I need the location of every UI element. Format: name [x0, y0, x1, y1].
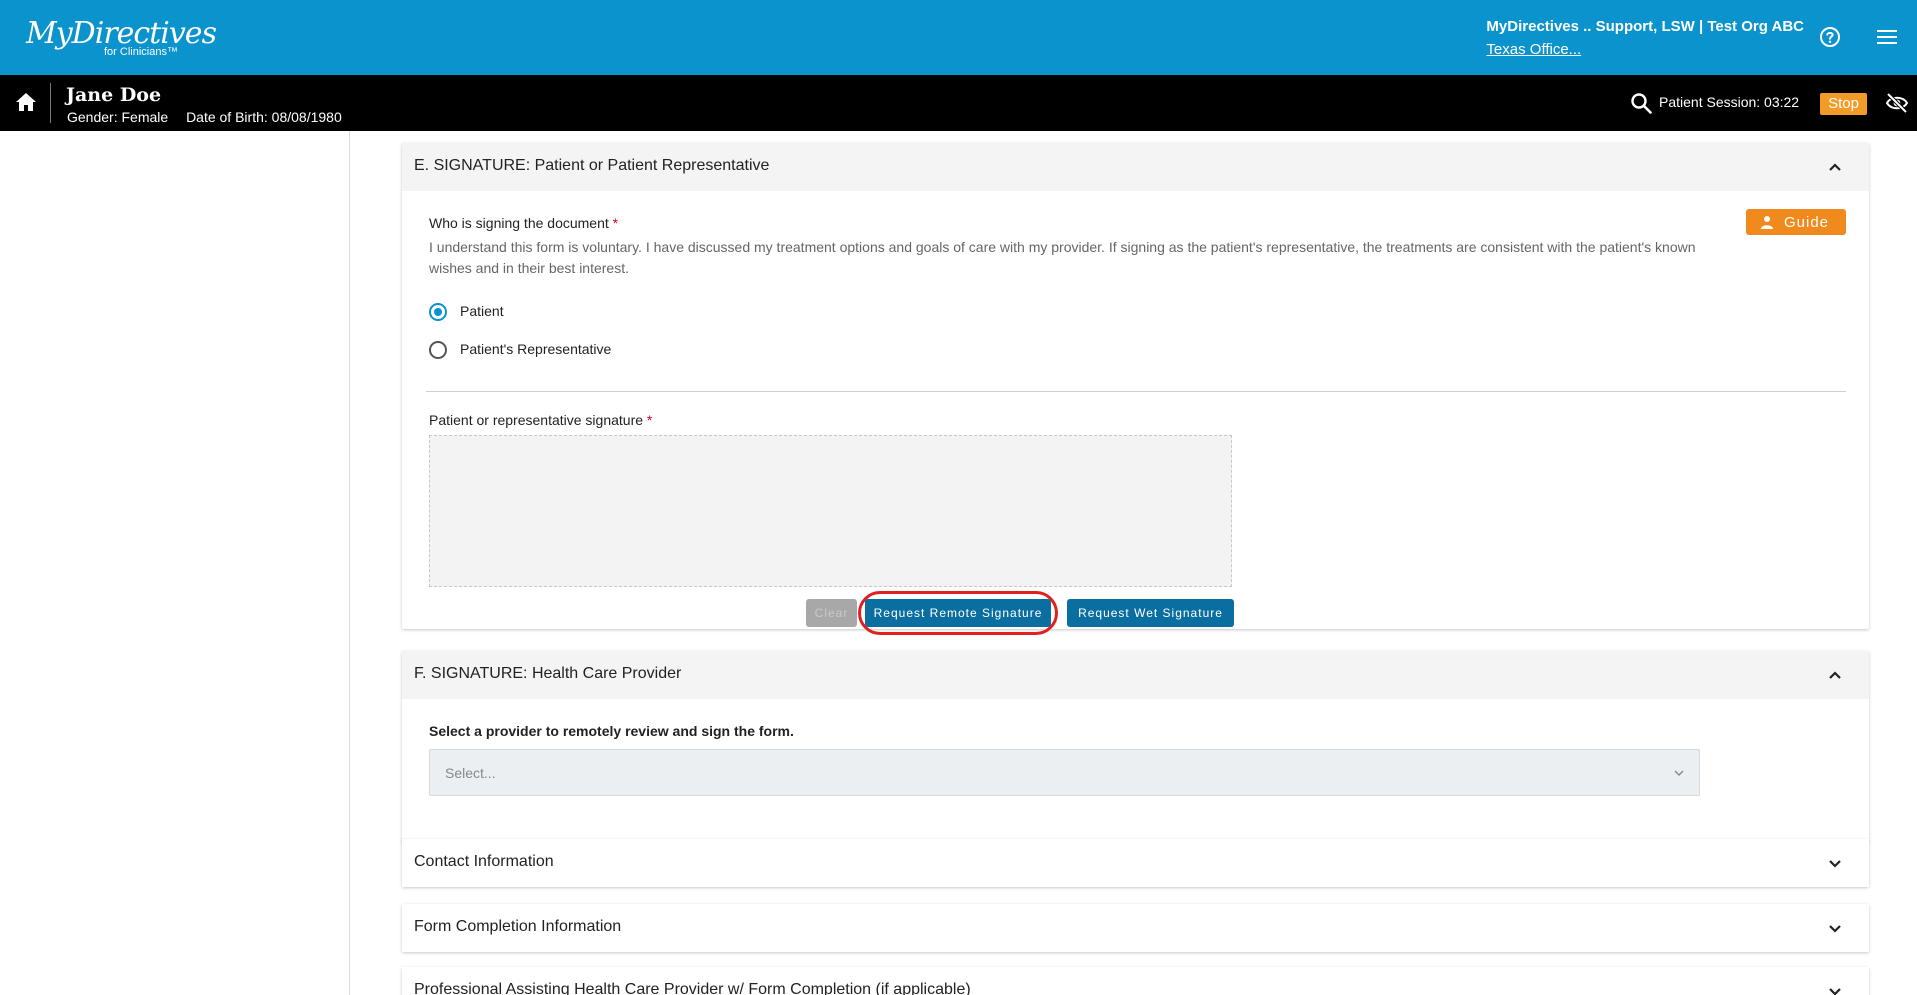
request-wet-signature-button[interactable]: Request Wet Signature — [1067, 599, 1234, 627]
main-content[interactable]: E. SIGNATURE: Patient or Patient Represe… — [350, 131, 1917, 995]
patient-bar: Jane Doe Gender: Female Date of Birth: 0… — [0, 75, 1917, 131]
form-completion-card: Form Completion Information — [402, 904, 1869, 952]
signature-pad[interactable] — [429, 435, 1232, 587]
required-mark: * — [646, 412, 653, 428]
chevron-up-icon[interactable] — [1827, 667, 1843, 683]
left-sidebar — [0, 131, 350, 995]
home-icon[interactable] — [15, 92, 37, 112]
form-completion-header[interactable]: Form Completion Information — [402, 904, 1869, 952]
app-header: MyDirectives for Clinicians™ MyDirective… — [0, 0, 1917, 75]
patient-dob: Date of Birth: 08/08/1980 — [186, 109, 342, 125]
patient-bar-divider — [50, 83, 51, 123]
logo-subtext: for Clinicians™ — [104, 46, 178, 58]
chevron-up-icon[interactable] — [1827, 159, 1843, 175]
eye-off-icon[interactable] — [1885, 92, 1909, 114]
who-signing-text: Who is signing the document — [429, 215, 609, 231]
menu-icon[interactable] — [1877, 29, 1897, 45]
section-e-header[interactable]: E. SIGNATURE: Patient or Patient Represe… — [402, 143, 1869, 191]
professional-assisting-title: Professional Assisting Health Care Provi… — [414, 981, 971, 995]
mydirectives-logo[interactable]: MyDirectives for Clinicians™ — [26, 14, 217, 58]
radio-button-unchecked[interactable] — [429, 341, 447, 359]
section-f-card: F. SIGNATURE: Health Care Provider Selec… — [402, 651, 1869, 842]
patient-session-timer: Patient Session: 03:22 — [1659, 94, 1800, 110]
user-info: MyDirectives .. Support, LSW | Test Org … — [1486, 18, 1804, 58]
signing-hint: I understand this form is voluntary. I h… — [429, 239, 1696, 276]
radio-representative-label[interactable]: Patient's Representative — [460, 341, 611, 357]
guide-button[interactable]: Guide — [1746, 209, 1846, 235]
section-f-title: F. SIGNATURE: Health Care Provider — [414, 665, 682, 682]
who-signing-label: Who is signing the document * — [429, 215, 618, 231]
required-mark: * — [612, 215, 619, 231]
radio-patient-label[interactable]: Patient — [460, 303, 504, 319]
chevron-down-icon[interactable] — [1827, 983, 1843, 995]
chevron-down-icon[interactable] — [1827, 920, 1843, 936]
provider-select-placeholder: Select... — [445, 765, 496, 781]
patient-gender: Gender: Female — [67, 109, 169, 125]
radio-button-checked[interactable] — [429, 303, 447, 321]
help-icon[interactable] — [1819, 26, 1841, 48]
office-link[interactable]: Texas Office... — [1486, 41, 1804, 58]
provider-select[interactable]: Select... — [429, 749, 1700, 796]
chevron-down-icon — [1674, 770, 1684, 776]
guide-button-label: Guide — [1784, 214, 1830, 231]
search-icon[interactable] — [1630, 92, 1652, 114]
user-name: MyDirectives .. Support, LSW | Test Org … — [1486, 18, 1804, 35]
patient-name: Jane Doe — [66, 84, 162, 106]
signature-label: Patient or representative signature * — [429, 412, 652, 428]
signature-label-text: Patient or representative signature — [429, 412, 644, 428]
patient-meta: Gender: Female Date of Birth: 08/08/1980 — [67, 109, 356, 125]
highlight-annotation — [858, 591, 1058, 635]
chevron-down-icon[interactable] — [1827, 855, 1843, 871]
professional-assisting-header[interactable]: Professional Assisting Health Care Provi… — [402, 967, 1869, 995]
clear-signature-button[interactable]: Clear — [806, 599, 857, 627]
section-e-card: E. SIGNATURE: Patient or Patient Represe… — [402, 143, 1869, 635]
contact-information-card: Contact Information — [402, 839, 1869, 887]
professional-assisting-card: Professional Assisting Health Care Provi… — [402, 967, 1869, 995]
contact-information-header[interactable]: Contact Information — [402, 839, 1869, 887]
contact-information-title: Contact Information — [414, 853, 554, 870]
section-divider — [426, 391, 1846, 392]
stop-session-button[interactable]: Stop — [1820, 93, 1867, 115]
form-completion-title: Form Completion Information — [414, 918, 622, 935]
section-e-title: E. SIGNATURE: Patient or Patient Represe… — [414, 157, 770, 174]
section-f-header[interactable]: F. SIGNATURE: Health Care Provider — [402, 651, 1869, 699]
person-icon — [1761, 216, 1773, 229]
provider-select-label: Select a provider to remotely review and… — [429, 723, 794, 739]
